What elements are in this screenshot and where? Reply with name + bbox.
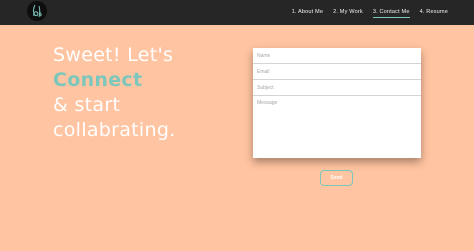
nav-link-my-work[interactable]: 2. My Work: [333, 9, 363, 18]
tagline-line-3: & start: [53, 94, 121, 116]
contact-form: [253, 48, 421, 158]
hero-tagline: Sweet! Let's Connect & start collabratin…: [53, 43, 176, 143]
send-button[interactable]: Send: [320, 170, 353, 186]
nav-link-about-me[interactable]: 1. About Me: [292, 9, 324, 18]
tagline-line-4: collabrating.: [53, 119, 176, 141]
nav-link-resume[interactable]: 4. Resume: [420, 9, 448, 18]
nav-links: 1. About Me 2. My Work 3. Contact Me 4. …: [292, 9, 448, 18]
tagline-connect: Connect: [53, 69, 143, 91]
tagline-line-1: Sweet! Let's: [53, 44, 174, 66]
subject-input[interactable]: [253, 80, 421, 96]
logo-monogram-icon: [33, 4, 42, 18]
navbar: 1. About Me 2. My Work 3. Contact Me 4. …: [0, 0, 474, 25]
email-input[interactable]: [253, 64, 421, 80]
name-input[interactable]: [253, 48, 421, 64]
logo[interactable]: [27, 1, 47, 21]
message-textarea[interactable]: [253, 96, 421, 158]
nav-link-contact-me[interactable]: 3. Contact Me: [372, 9, 410, 18]
